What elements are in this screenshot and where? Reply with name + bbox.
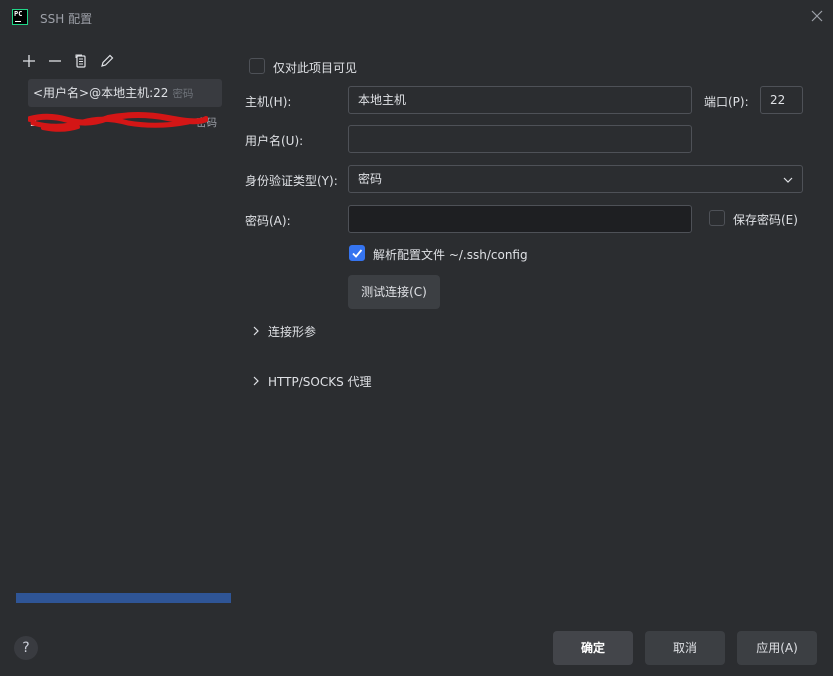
auth-type-value: 密码 [358, 172, 383, 186]
proxy-label: HTTP/SOCKS 代理 [268, 375, 372, 389]
save-password-label: 保存密码(E) [733, 213, 798, 227]
apply-button[interactable]: 应用(A) [737, 631, 817, 665]
port-field[interactable]: 22 [760, 86, 803, 114]
progress-bar [16, 593, 231, 603]
port-label: 端口(P): [704, 95, 749, 109]
ssh-config-dialog: PC SSH 配置 <用户名>@本地主机:22 密码 2 密码 仅对此项目可见 … [0, 0, 833, 676]
chevron-right-icon [253, 376, 259, 386]
parse-config-checkbox[interactable] [349, 245, 365, 261]
save-password-checkbox[interactable] [709, 210, 725, 226]
visible-only-project-checkbox[interactable] [249, 58, 265, 74]
username-label: 用户名(U): [245, 134, 304, 148]
connection-params-section[interactable]: 连接形参 [252, 323, 316, 340]
cancel-button[interactable]: 取消 [645, 631, 725, 665]
checkmark-icon [352, 249, 363, 258]
proxy-section[interactable]: HTTP/SOCKS 代理 [252, 373, 372, 390]
title-bar: PC SSH 配置 [0, 0, 833, 36]
test-connection-button[interactable]: 测试连接(C) [348, 275, 440, 309]
pycharm-logo-icon: PC [12, 9, 28, 25]
progress-fill [16, 593, 231, 603]
password-label: 密码(A): [245, 214, 291, 228]
username-field[interactable] [348, 125, 692, 153]
help-button[interactable]: ? [14, 636, 38, 660]
close-icon[interactable] [809, 8, 825, 24]
redaction-scribble [28, 112, 208, 132]
auth-type-label: 身份验证类型(Y): [245, 174, 338, 188]
ok-button[interactable]: 确定 [553, 631, 633, 665]
edit-icon[interactable] [98, 52, 116, 70]
dialog-title: SSH 配置 [40, 12, 93, 26]
list-item-main: <用户名>@本地主机:22 [33, 86, 169, 100]
auth-type-select[interactable]: 密码 [348, 165, 803, 193]
connection-params-label: 连接形参 [268, 325, 317, 339]
list-item-sub: 密码 [172, 88, 194, 100]
list-item[interactable]: <用户名>@本地主机:22 密码 [28, 79, 222, 107]
add-icon[interactable] [20, 52, 38, 70]
host-label: 主机(H): [245, 95, 292, 109]
remove-icon[interactable] [46, 52, 64, 70]
visible-only-project-label: 仅对此项目可见 [273, 61, 358, 75]
parse-config-label: 解析配置文件 ~/.ssh/config [373, 248, 528, 262]
chevron-down-icon [783, 177, 793, 183]
copy-icon[interactable] [72, 52, 90, 70]
host-field[interactable]: 本地主机 [348, 86, 692, 114]
password-field[interactable] [348, 205, 692, 233]
chevron-right-icon [253, 326, 259, 336]
